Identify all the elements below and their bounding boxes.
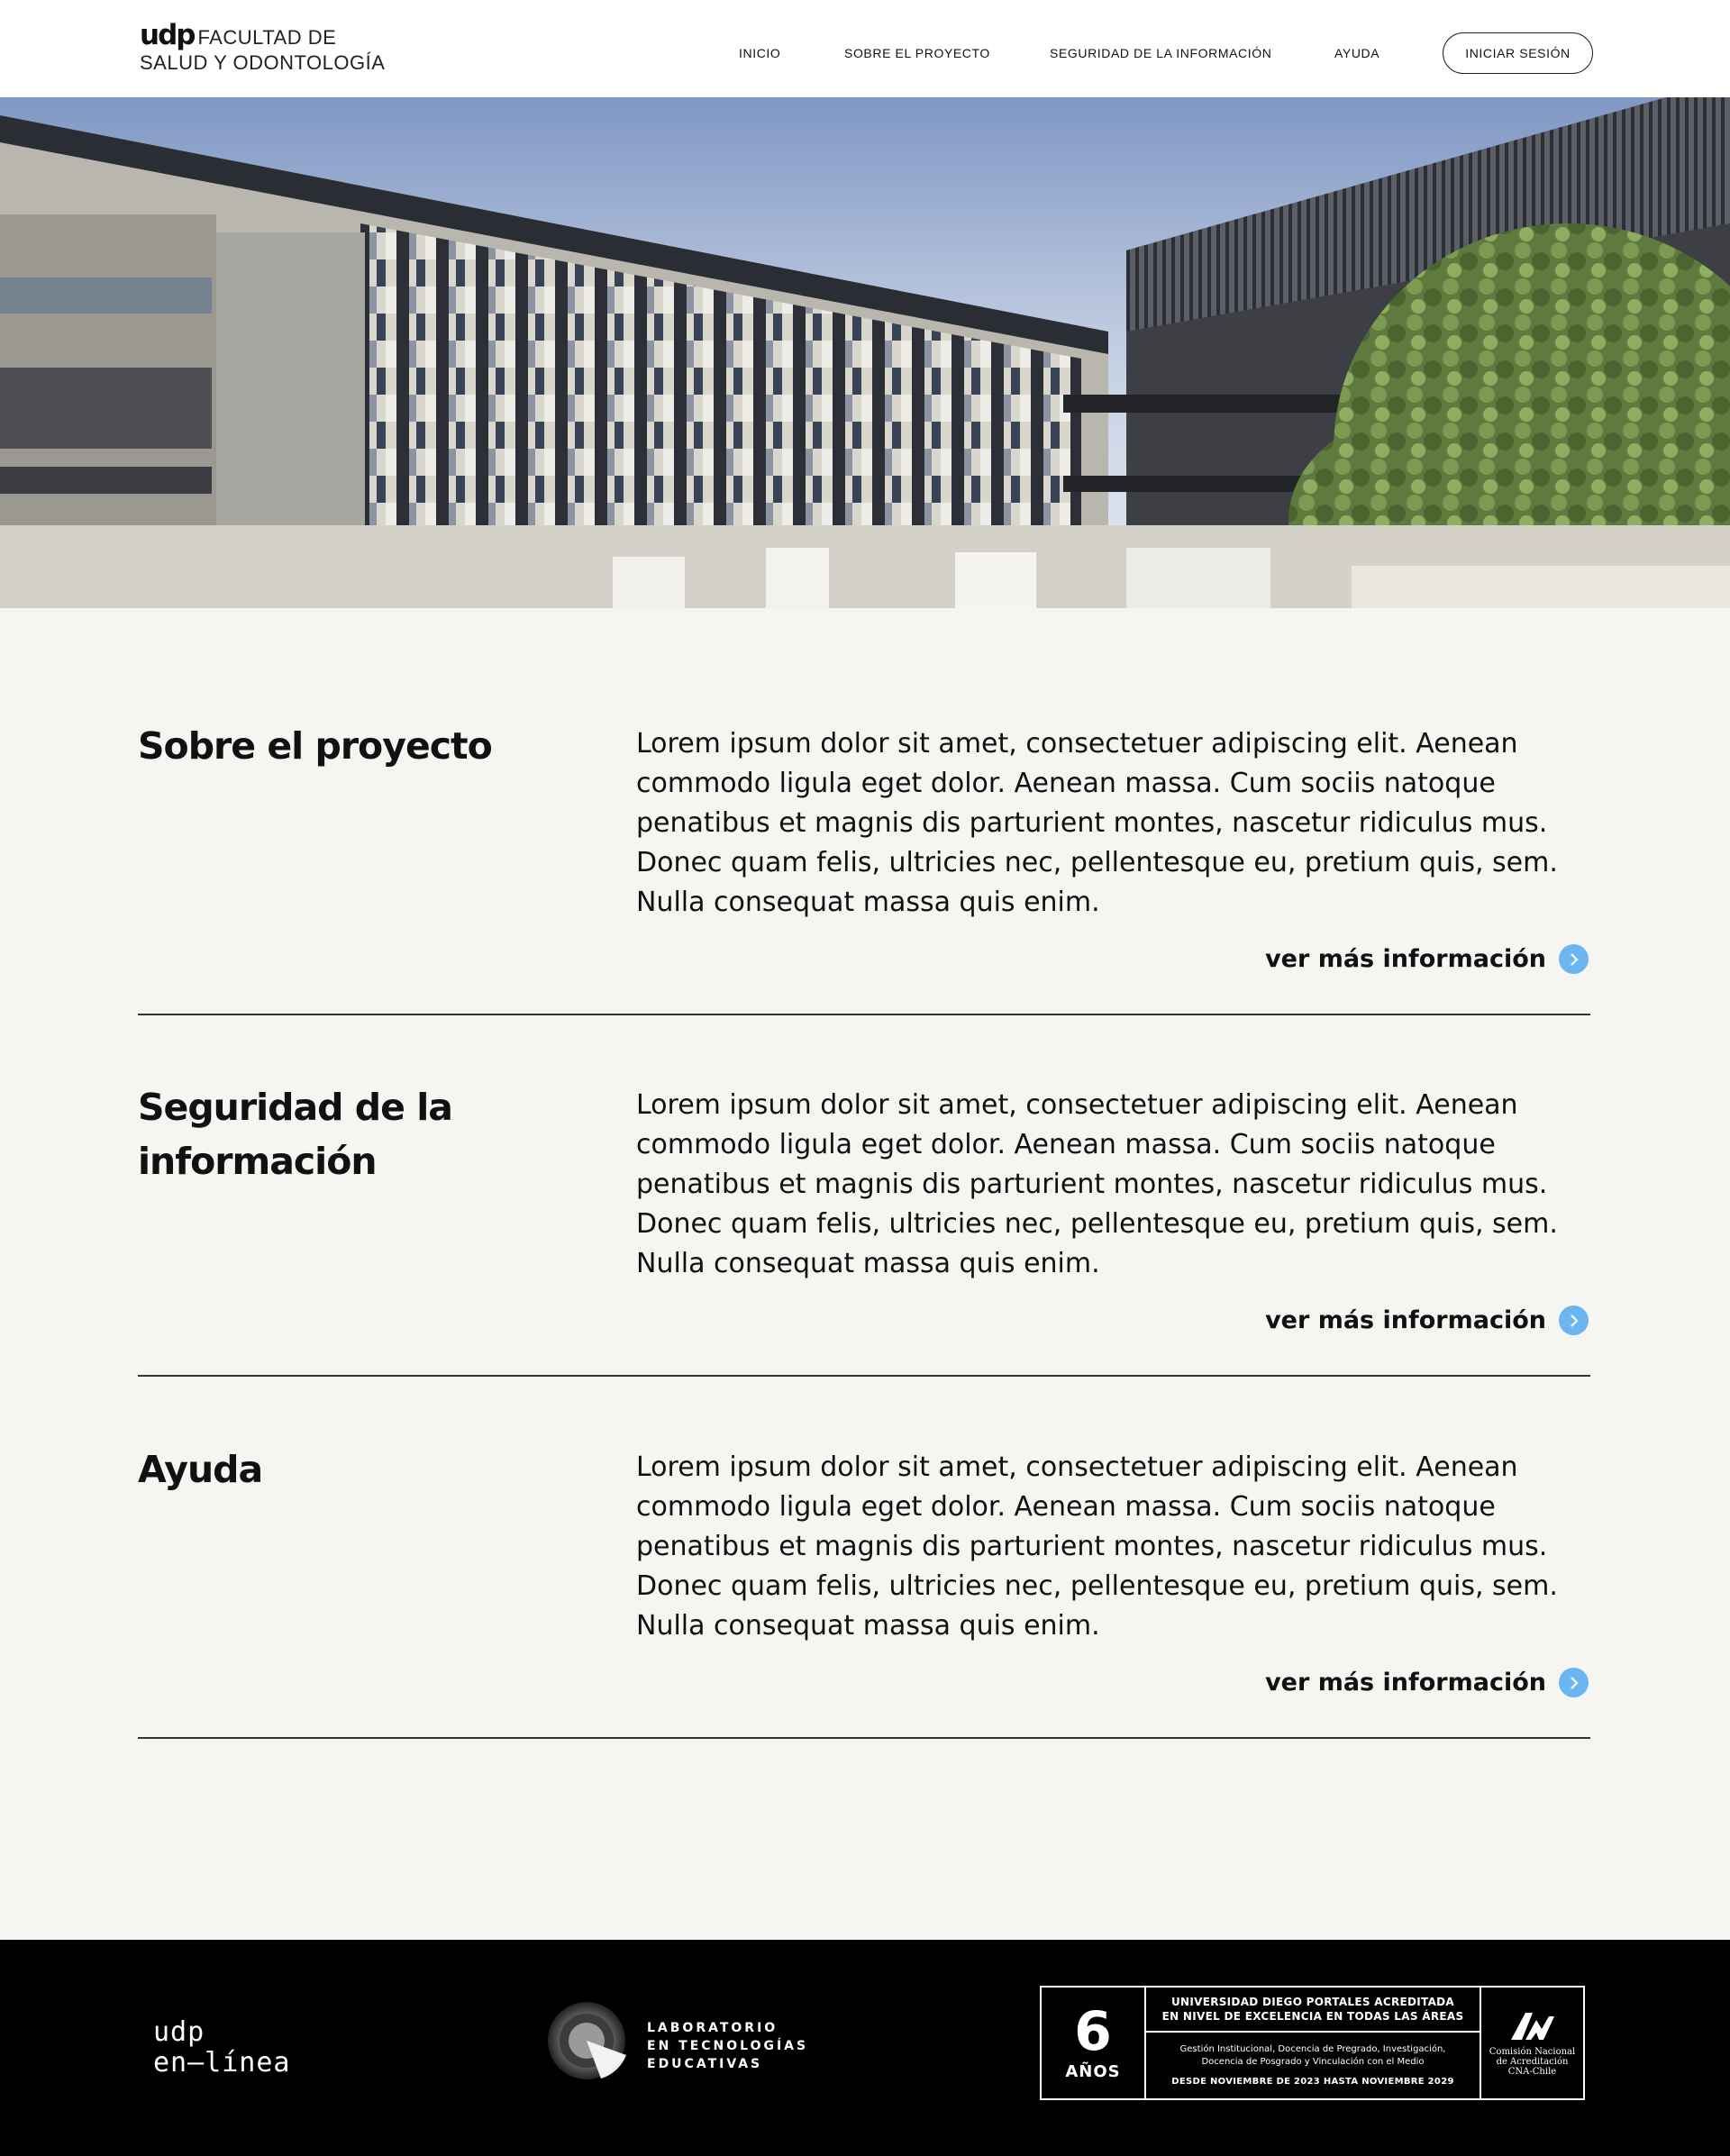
badge-years: 6 AÑOS [1042, 1988, 1146, 2098]
more-info-label: ver más información [1265, 1306, 1546, 1334]
badge-headline: UNIVERSIDAD DIEGO PORTALES ACREDITADA EN… [1146, 1988, 1480, 2033]
udp-en-linea-logo[interactable]: udp en—línea [153, 2017, 291, 2079]
badge-headline-1: UNIVERSIDAD DIEGO PORTALES ACREDITADA [1170, 1996, 1455, 2008]
cna-line-2: de Acreditación [1496, 2057, 1569, 2067]
more-info-link[interactable]: ver más información [1265, 1305, 1589, 1335]
section-ayuda: Ayuda Lorem ipsum dolor sit amet, consec… [138, 1435, 1590, 1739]
section-title: Sobre el proyecto [138, 724, 493, 768]
section-body: Lorem ipsum dolor sit amet, consectetuer… [636, 728, 1558, 918]
lab-name: LABORATORIO EN TECNOLOGÍAS EDUCATIVAS [647, 2019, 808, 2073]
badge-areas-1: Gestión Institucional, Docencia de Pregr… [1179, 2043, 1446, 2054]
section-seguridad: Seguridad de la información Lorem ipsum … [138, 1073, 1590, 1377]
section-body: Lorem ipsum dolor sit amet, consectetuer… [636, 1089, 1558, 1279]
section-divider [138, 1737, 1590, 1739]
udp-line-1: udp [153, 2016, 205, 2048]
badge-areas-2: Docencia de Posgrado y Vinculación con e… [1201, 2056, 1425, 2067]
badge-headline-2: EN NIVEL DE EXCELENCIA EN TODAS LAS ÁREA… [1161, 2010, 1464, 2023]
hero-image [0, 97, 1730, 608]
logo-line-1: FACULTAD DE [197, 26, 337, 49]
nav-sobre-el-proyecto[interactable]: SOBRE EL PROYECTO [844, 46, 990, 60]
faculty-logo[interactable]: udp FACULTAD DE SALUD Y ODONTOLOGÍA [140, 22, 385, 73]
nav-seguridad[interactable]: SEGURIDAD DE LA INFORMACIÓN [1050, 46, 1271, 60]
section-sobre-el-proyecto: Sobre el proyecto Lorem ipsum dolor sit … [138, 712, 1590, 1015]
site-footer: udp en—línea LABORATORIO EN TECNOLOGÍAS … [0, 1940, 1730, 2156]
nav-ayuda[interactable]: AYUDA [1334, 46, 1379, 60]
badge-dates: DESDE NOVIEMBRE DE 2023 HASTA NOVIEMBRE … [1171, 2076, 1454, 2087]
more-info-link[interactable]: ver más información [1265, 1668, 1589, 1697]
site-header: udp FACULTAD DE SALUD Y ODONTOLOGÍA INIC… [0, 0, 1730, 97]
lab-line-2: EN TECNOLOGÍAS [647, 2039, 809, 2053]
logo-line-2: SALUD Y ODONTOLOGÍA [140, 51, 386, 74]
chevron-right-icon [1559, 1305, 1589, 1335]
login-button[interactable]: INICIAR SESIÓN [1443, 32, 1593, 74]
badge-years-label: AÑOS [1065, 2062, 1121, 2081]
lab-logo-icon [548, 2002, 626, 2079]
udp-line-2: en—línea [153, 2047, 291, 2079]
section-body: Lorem ipsum dolor sit amet, consectetuer… [636, 1451, 1558, 1642]
badge-areas: Gestión Institucional, Docencia de Pregr… [1146, 2033, 1480, 2098]
nav-inicio[interactable]: INICIO [739, 46, 780, 60]
more-info-link[interactable]: ver más información [1265, 944, 1589, 974]
chevron-right-icon [1559, 1668, 1589, 1697]
cna-icon [1510, 2013, 1554, 2040]
accreditation-badge: 6 AÑOS UNIVERSIDAD DIEGO PORTALES ACREDI… [1040, 1986, 1585, 2100]
section-divider [138, 1014, 1590, 1015]
chevron-right-icon [1559, 944, 1589, 974]
section-divider [138, 1375, 1590, 1377]
cna-line-1: Comisión Nacional [1489, 2047, 1576, 2057]
cna-logo: Comisión Nacional de Acreditación CNA-Ch… [1481, 1988, 1583, 2098]
badge-number: 6 [1074, 2000, 1112, 2063]
lab-line-3: EDUCATIVAS [647, 2057, 763, 2071]
lab-line-1: LABORATORIO [647, 2021, 778, 2035]
cna-line-3: CNA-Chile [1507, 2067, 1557, 2077]
more-info-label: ver más información [1265, 1669, 1546, 1697]
section-title: Ayuda [138, 1448, 263, 1491]
badge-details: UNIVERSIDAD DIEGO PORTALES ACREDITADA EN… [1146, 1988, 1481, 2098]
logo-brand: udp [140, 19, 196, 51]
section-title: Seguridad de la información [138, 1086, 453, 1183]
building-photo-icon [0, 97, 1730, 608]
more-info-label: ver más información [1265, 945, 1546, 973]
